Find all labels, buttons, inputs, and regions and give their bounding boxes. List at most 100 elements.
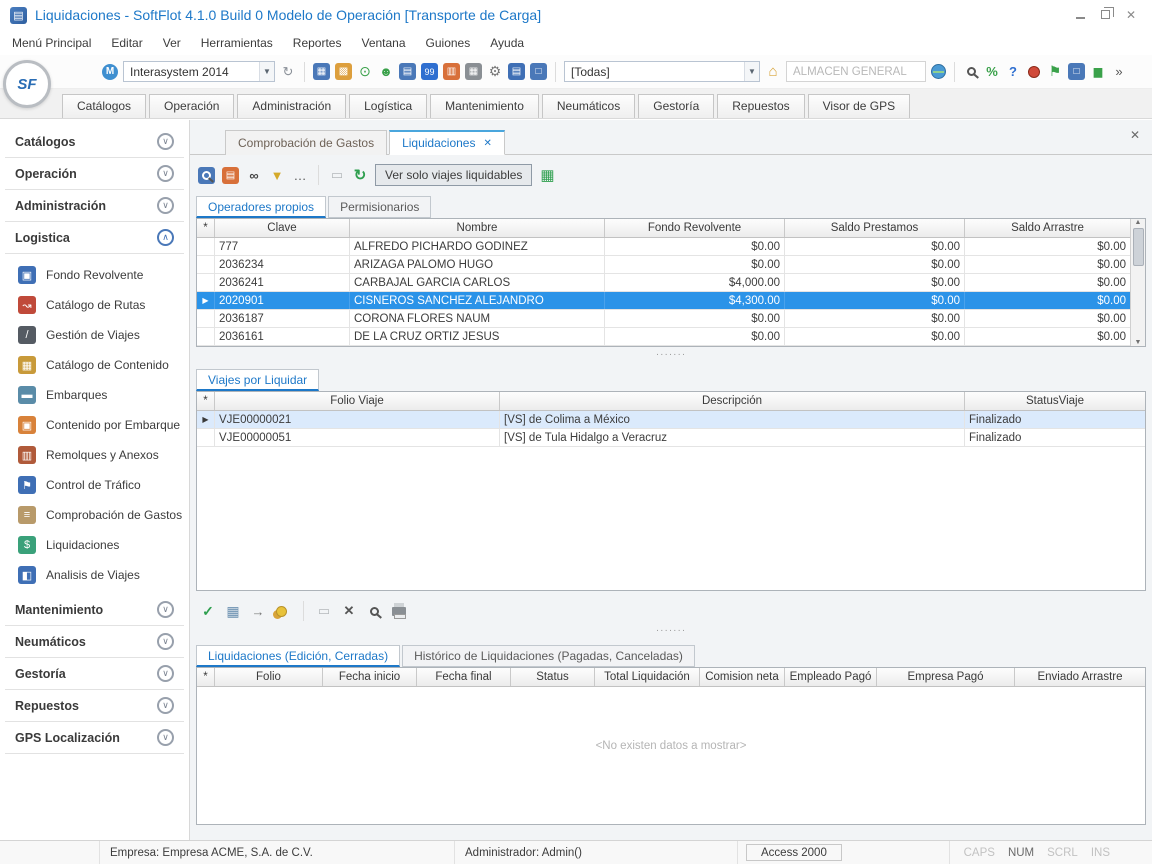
bug-icon[interactable]: [1026, 63, 1042, 80]
picture-icon[interactable]: ▩: [335, 63, 352, 80]
restore-button[interactable]: [1101, 8, 1110, 22]
badge-99-icon[interactable]: 99: [421, 63, 438, 80]
sidebar-section-administracion[interactable]: Administración ∨: [5, 190, 184, 222]
menu-item-principal[interactable]: Menú Principal: [12, 36, 91, 50]
table-row[interactable]: VJE00000051 [VS] de Tula Hidalgo a Verac…: [197, 429, 1145, 447]
sidebar-item-comprobacion-gastos[interactable]: ≡ Comprobación de Gastos: [0, 500, 189, 530]
horizontal-splitter[interactable]: ·······: [190, 347, 1152, 361]
flag-icon[interactable]: ⚑: [1047, 63, 1063, 80]
column-header-fondo[interactable]: Fondo Revolvente: [605, 219, 785, 237]
chevron-down-circle-icon[interactable]: ∨: [157, 633, 174, 650]
tab-close-icon[interactable]: ✕: [483, 138, 491, 149]
search-icon[interactable]: [963, 63, 979, 80]
toolbar-overflow-button[interactable]: »: [1111, 63, 1127, 80]
close-button[interactable]: ✕: [1126, 8, 1136, 22]
chevron-up-circle-icon[interactable]: ∧: [157, 229, 174, 246]
horizontal-splitter[interactable]: ·······: [190, 623, 1152, 637]
zoom-icon[interactable]: [366, 603, 382, 620]
users-icon[interactable]: ☻: [378, 63, 394, 80]
ellipsis-icon[interactable]: …: [292, 167, 308, 184]
home-icon[interactable]: ⌂: [765, 63, 781, 80]
paste-icon[interactable]: ▭: [329, 167, 345, 184]
indicator-column-header[interactable]: *: [197, 668, 215, 686]
column-header-prestamos[interactable]: Saldo Prestamos: [785, 219, 965, 237]
doc-tab-comprobacion-gastos[interactable]: Comprobación de Gastos: [225, 130, 387, 155]
vertical-scrollbar[interactable]: ▲ ▼: [1130, 219, 1145, 346]
chevron-down-circle-icon[interactable]: ∨: [157, 729, 174, 746]
table-row[interactable]: 2036234 ARIZAGA PALOMO HUGO $0.00 $0.00 …: [197, 256, 1130, 274]
sidebar-item-liquidaciones[interactable]: $ Liquidaciones: [0, 530, 189, 560]
book-icon[interactable]: ▤: [222, 167, 239, 184]
scroll-down-icon[interactable]: ▼: [1135, 339, 1142, 346]
column-header-enviado-arrastre[interactable]: Enviado Arrastre: [1015, 668, 1145, 686]
sidebar-item-embarques[interactable]: ▬ Embarques: [0, 380, 189, 410]
ribbon-tab-visor-gps[interactable]: Visor de GPS: [808, 94, 910, 118]
sidebar-section-repuestos[interactable]: Repuestos ∨: [5, 690, 184, 722]
column-header-empleado-pago[interactable]: Empleado Pagó: [785, 668, 877, 686]
chevron-down-circle-icon[interactable]: ∨: [157, 165, 174, 182]
menu-item-reportes[interactable]: Reportes: [293, 36, 342, 50]
sidebar-item-contenido-embarque[interactable]: ▣ Contenido por Embarque: [0, 410, 189, 440]
menu-item-guiones[interactable]: Guiones: [426, 36, 471, 50]
sidebar-section-logistica[interactable]: Logistica ∧: [5, 222, 184, 254]
sidebar-section-catalogos[interactable]: Catálogos ∨: [5, 126, 184, 158]
chevron-down-circle-icon[interactable]: ∨: [157, 133, 174, 150]
ribbon-tab-repuestos[interactable]: Repuestos: [717, 94, 804, 118]
column-header-descripcion[interactable]: Descripción: [500, 392, 965, 410]
indicator-column-header[interactable]: *: [197, 219, 215, 237]
new-document-icon[interactable]: ▤: [399, 63, 416, 80]
ribbon-tab-catalogos[interactable]: Catálogos: [62, 94, 146, 118]
menu-item-ver[interactable]: Ver: [163, 36, 181, 50]
ribbon-tab-operacion[interactable]: Operación: [149, 94, 234, 118]
sidebar-section-neumaticos[interactable]: Neumáticos ∨: [5, 626, 184, 658]
table-row[interactable]: 777 ALFREDO PICHARDO GODINEZ $0.00 $0.00…: [197, 238, 1130, 256]
filter-funnel-icon[interactable]: ▼: [269, 167, 285, 184]
sidebar-section-mantenimiento[interactable]: Mantenimiento ∨: [5, 594, 184, 626]
clock-icon[interactable]: ⊙: [357, 63, 373, 80]
sidebar-item-fondo-revolvente[interactable]: ▣ Fondo Revolvente: [0, 260, 189, 290]
sidebar-item-catalogo-contenido[interactable]: ▦ Catálogo de Contenido: [0, 350, 189, 380]
column-header-clave[interactable]: Clave: [215, 219, 350, 237]
table-row[interactable]: 2036241 CARBAJAL GARCIA CARLOS $4,000.00…: [197, 274, 1130, 292]
sidebar-item-analisis-viajes[interactable]: ◧ Analisis de Viajes: [0, 560, 189, 590]
ribbon-tab-logistica[interactable]: Logística: [349, 94, 427, 118]
indicator-column-header[interactable]: *: [197, 392, 215, 410]
sync-icon[interactable]: ↻: [280, 63, 296, 80]
tab-viajes-por-liquidar[interactable]: Viajes por Liquidar: [196, 369, 319, 391]
document-area-close-icon[interactable]: ✕: [1130, 128, 1140, 142]
column-header-folio[interactable]: Folio: [215, 668, 323, 686]
column-header-statusviaje[interactable]: StatusViaje: [965, 392, 1145, 410]
chevron-down-circle-icon[interactable]: ∨: [157, 601, 174, 618]
card-icon[interactable]: ▭: [316, 603, 332, 620]
column-header-comision-neta[interactable]: Comision neta: [700, 668, 785, 686]
print-icon[interactable]: [391, 603, 407, 620]
ribbon-tab-gestoria[interactable]: Gestoría: [638, 94, 714, 118]
screen-icon[interactable]: □: [1068, 63, 1085, 80]
sidebar-item-remolques-anexos[interactable]: ▥ Remolques y Anexos: [0, 440, 189, 470]
notebook-icon[interactable]: ▥: [443, 63, 460, 80]
filter-select[interactable]: [Todas] ▼: [564, 61, 760, 82]
table-row-selected[interactable]: ▶ 2020901 CISNEROS SANCHEZ ALEJANDRO $4,…: [197, 292, 1130, 310]
scroll-up-icon[interactable]: ▲: [1135, 219, 1142, 226]
tab-historico-liquidaciones[interactable]: Histórico de Liquidaciones (Pagadas, Can…: [402, 645, 695, 667]
book-icon[interactable]: ▤: [508, 63, 525, 80]
green-grid-icon[interactable]: ▦: [539, 167, 555, 184]
search-grid-icon[interactable]: [198, 167, 215, 184]
ribbon-tab-mantenimiento[interactable]: Mantenimiento: [430, 94, 539, 118]
chart-icon[interactable]: ▆: [1090, 63, 1106, 80]
chevron-down-icon[interactable]: ▼: [259, 62, 274, 81]
column-header-total-liquidacion[interactable]: Total Liquidación: [595, 668, 700, 686]
settings-gear-icon[interactable]: ⚙: [487, 63, 503, 80]
globe-percent-icon[interactable]: %: [984, 63, 1000, 80]
doc-tab-liquidaciones[interactable]: Liquidaciones ✕: [389, 130, 505, 155]
table-row[interactable]: 2036187 CORONA FLORES NAUM $0.00 $0.00 $…: [197, 310, 1130, 328]
sidebar-section-operacion[interactable]: Operación ∨: [5, 158, 184, 190]
table-row[interactable]: 2036161 DE LA CRUZ ORTIZ JESUS $0.00 $0.…: [197, 328, 1130, 346]
column-header-status[interactable]: Status: [511, 668, 595, 686]
column-header-empresa-pago[interactable]: Empresa Pagó: [877, 668, 1015, 686]
chevron-down-circle-icon[interactable]: ∨: [157, 697, 174, 714]
column-header-nombre[interactable]: Nombre: [350, 219, 605, 237]
chevron-down-circle-icon[interactable]: ∨: [157, 197, 174, 214]
forward-icon[interactable]: →: [250, 603, 266, 620]
chevron-down-icon[interactable]: ▼: [744, 62, 759, 81]
